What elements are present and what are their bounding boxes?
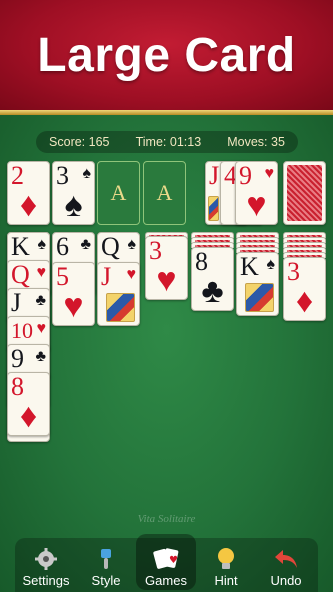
score-display: Score: 165 [49,135,110,149]
foundation-slot[interactable]: A [143,161,186,225]
cards-icon: ♥ [152,545,180,573]
card-jack-hearts-tableau[interactable]: J ♥ [97,262,140,326]
stock-pile[interactable] [283,161,326,225]
style-button[interactable]: Style [77,540,135,592]
undo-label: Undo [270,573,302,588]
hint-label: Hint [214,573,238,588]
card-8-clubs[interactable]: 8 ♣ [191,247,234,311]
settings-label: Settings [22,573,70,588]
card-5-hearts[interactable]: 5 ♥ [52,262,95,326]
face-card-art [208,196,219,221]
face-card-art [106,293,135,322]
settings-button[interactable]: Settings [17,540,75,592]
banner-title: Large Card [37,28,296,82]
card-2-diamonds[interactable]: 2 ♦ [7,161,50,225]
games-label: Games [145,573,187,588]
foundation-slot[interactable]: A [97,161,140,225]
stats-bar: Score: 165 Time: 01:13 Moves: 35 [36,131,298,153]
moves-display: Moves: 35 [227,135,285,149]
face-card-art [245,283,274,312]
hint-button[interactable]: Hint [197,540,255,592]
undo-button[interactable]: Undo [257,540,315,592]
promo-banner: Large Card [0,0,333,110]
lightbulb-icon [212,545,240,573]
svg-text:♥: ♥ [169,555,178,566]
card-9-hearts[interactable]: 9 ♥ ♥ [235,161,278,225]
card-8-diamonds[interactable]: 8 ♦ [7,372,50,436]
games-button[interactable]: ♥ Games [137,540,195,592]
gear-icon [32,545,60,573]
card-3-hearts[interactable]: 3 ♥ [145,236,188,300]
undo-arrow-icon [272,545,300,573]
card-king-spades-tableau[interactable]: K ♠ [236,252,279,316]
paint-brush-icon [92,545,120,573]
card-3-diamonds[interactable]: 3 ♦ [283,257,326,321]
card-3-spades[interactable]: 3 ♠ ♠ [52,161,95,225]
style-label: Style [91,573,121,588]
time-display: Time: 01:13 [135,135,202,149]
watermark: Vita Solitaire [137,513,196,525]
